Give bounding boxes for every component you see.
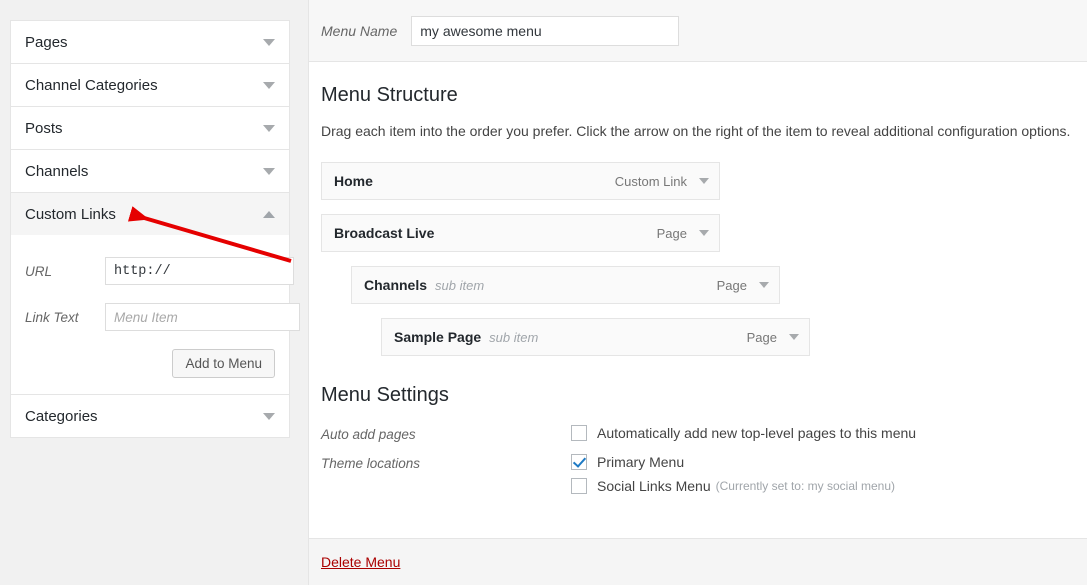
menu-item-meta: Custom Link xyxy=(615,174,709,189)
accordion-header-pages[interactable]: Pages xyxy=(11,21,289,63)
menu-item-row[interactable]: Home Custom Link xyxy=(321,162,720,200)
accordion-title-channel-categories: Channel Categories xyxy=(25,76,158,94)
accordion-title-channels: Channels xyxy=(25,162,89,180)
menu-structure-description: Drag each item into the order you prefer… xyxy=(321,123,1071,139)
primary-menu-checkbox-label: Primary Menu xyxy=(597,454,685,470)
menu-item-label-group: Sample Page sub item xyxy=(394,329,538,345)
social-links-menu-checkbox-label: Social Links Menu xyxy=(597,478,711,494)
menu-item-type: Page xyxy=(746,329,777,345)
menu-item-meta: Page xyxy=(747,330,799,345)
primary-menu-checkbox[interactable] xyxy=(571,454,587,470)
link-text-field-row: Link Text xyxy=(25,303,300,331)
auto-add-pages-checkbox-label: Automatically add new top-level pages to… xyxy=(597,425,917,441)
menu-item-title: Channels xyxy=(364,277,428,293)
menu-item-label-group: Broadcast Live xyxy=(334,225,434,241)
menu-item-row[interactable]: Broadcast Live Page xyxy=(321,214,720,252)
menu-item-type: Page xyxy=(656,225,687,241)
delete-menu-link[interactable]: Delete Menu xyxy=(321,554,400,570)
url-input[interactable] xyxy=(105,257,294,285)
accordion-panel-categories: Categories xyxy=(11,395,289,437)
menu-settings-title: Menu Settings xyxy=(321,384,449,406)
accordion-panel-channels: Channels xyxy=(11,150,289,193)
accordion-title-categories: Categories xyxy=(25,407,98,425)
theme-locations-options: Primary Menu Social Links Menu (Currentl… xyxy=(571,454,895,494)
menu-item-title: Broadcast Live xyxy=(334,225,435,241)
menu-item-title: Home xyxy=(334,173,373,189)
menu-item-meta: Page xyxy=(717,278,769,293)
chevron-down-icon[interactable] xyxy=(699,178,709,184)
url-label: URL xyxy=(25,263,53,279)
menu-editor-footer: Delete Menu xyxy=(309,538,1087,585)
auto-add-pages-checkbox-line[interactable]: Automatically add new top-level pages to… xyxy=(571,425,916,441)
social-links-menu-checkbox-line[interactable]: Social Links Menu (Currently set to: my … xyxy=(571,478,895,494)
menu-item-label-group: Home xyxy=(334,173,373,189)
accordion-header-channels[interactable]: Channels xyxy=(11,150,289,192)
auto-add-pages-checkbox[interactable] xyxy=(571,425,587,441)
theme-locations-label: Theme locations xyxy=(321,456,421,471)
link-text-label: Link Text xyxy=(25,309,79,325)
menu-editor-body: Menu Structure Drag each item into the o… xyxy=(309,62,1087,494)
menu-structure-title: Menu Structure xyxy=(321,84,458,106)
accordion-title-custom-links: Custom Links xyxy=(25,205,116,223)
custom-links-actions: Add to Menu xyxy=(25,349,275,378)
accordion-title-posts: Posts xyxy=(25,119,63,137)
accordion-header-channel-categories[interactable]: Channel Categories xyxy=(11,64,289,106)
chevron-down-icon[interactable] xyxy=(263,412,275,420)
custom-links-form: URL Link Text Add to Menu xyxy=(11,235,300,394)
menu-item-row[interactable]: Sample Page sub item Page xyxy=(381,318,810,356)
accordion-header-posts[interactable]: Posts xyxy=(11,107,289,149)
chevron-down-icon[interactable] xyxy=(789,334,799,340)
chevron-down-icon[interactable] xyxy=(263,167,275,175)
menu-name-input[interactable] xyxy=(411,15,680,46)
menu-name-label: Menu Name xyxy=(321,22,398,39)
chevron-down-icon[interactable] xyxy=(759,282,769,288)
accordion-header-categories[interactable]: Categories xyxy=(11,395,289,437)
social-links-menu-note: (Currently set to: my social menu) xyxy=(715,479,896,493)
chevron-down-icon[interactable] xyxy=(263,38,275,46)
menu-items-list: Home Custom Link Broadcast Live Page Cha… xyxy=(321,162,1075,356)
accordion-panel-channel-categories: Channel Categories xyxy=(11,64,289,107)
social-links-menu-checkbox[interactable] xyxy=(571,478,587,494)
menu-sources-sidebar: Pages Channel Categories Posts Channels … xyxy=(10,20,300,438)
accordion-panel-custom-links: Custom Links URL Link Text Add to Menu xyxy=(11,193,300,395)
chevron-down-icon[interactable] xyxy=(263,81,275,89)
chevron-down-icon[interactable] xyxy=(263,124,275,132)
menu-item-type: Custom Link xyxy=(614,173,687,189)
accordion-panel-posts: Posts xyxy=(11,107,289,150)
menu-item-meta: Page xyxy=(657,226,709,241)
menu-item-sub-label: sub item xyxy=(435,278,485,293)
menu-item-title: Sample Page xyxy=(394,329,482,345)
accordion-title-pages: Pages xyxy=(25,33,68,51)
menu-item-type: Page xyxy=(716,277,747,293)
accordion-header-custom-links[interactable]: Custom Links xyxy=(11,193,289,235)
primary-menu-checkbox-line[interactable]: Primary Menu xyxy=(571,454,895,470)
auto-add-pages-row: Auto add pages Automatically add new top… xyxy=(321,425,1075,442)
chevron-down-icon[interactable] xyxy=(699,230,709,236)
link-text-input[interactable] xyxy=(105,303,300,331)
menu-item-sub-label: sub item xyxy=(489,330,539,345)
auto-add-pages-options: Automatically add new top-level pages to… xyxy=(571,425,916,441)
menu-name-bar: Menu Name xyxy=(309,0,1087,62)
chevron-up-icon[interactable] xyxy=(263,210,275,218)
theme-locations-row: Theme locations Primary Menu Social Link… xyxy=(321,454,1075,494)
url-field-row: URL xyxy=(25,257,294,285)
accordion-panel-pages: Pages xyxy=(11,21,289,64)
auto-add-pages-label: Auto add pages xyxy=(321,427,416,442)
add-to-menu-button[interactable]: Add to Menu xyxy=(172,349,275,378)
menu-item-label-group: Channels sub item xyxy=(364,277,484,293)
menu-editor-panel: Menu Name Menu Structure Drag each item … xyxy=(308,0,1087,585)
menu-item-row[interactable]: Channels sub item Page xyxy=(351,266,780,304)
